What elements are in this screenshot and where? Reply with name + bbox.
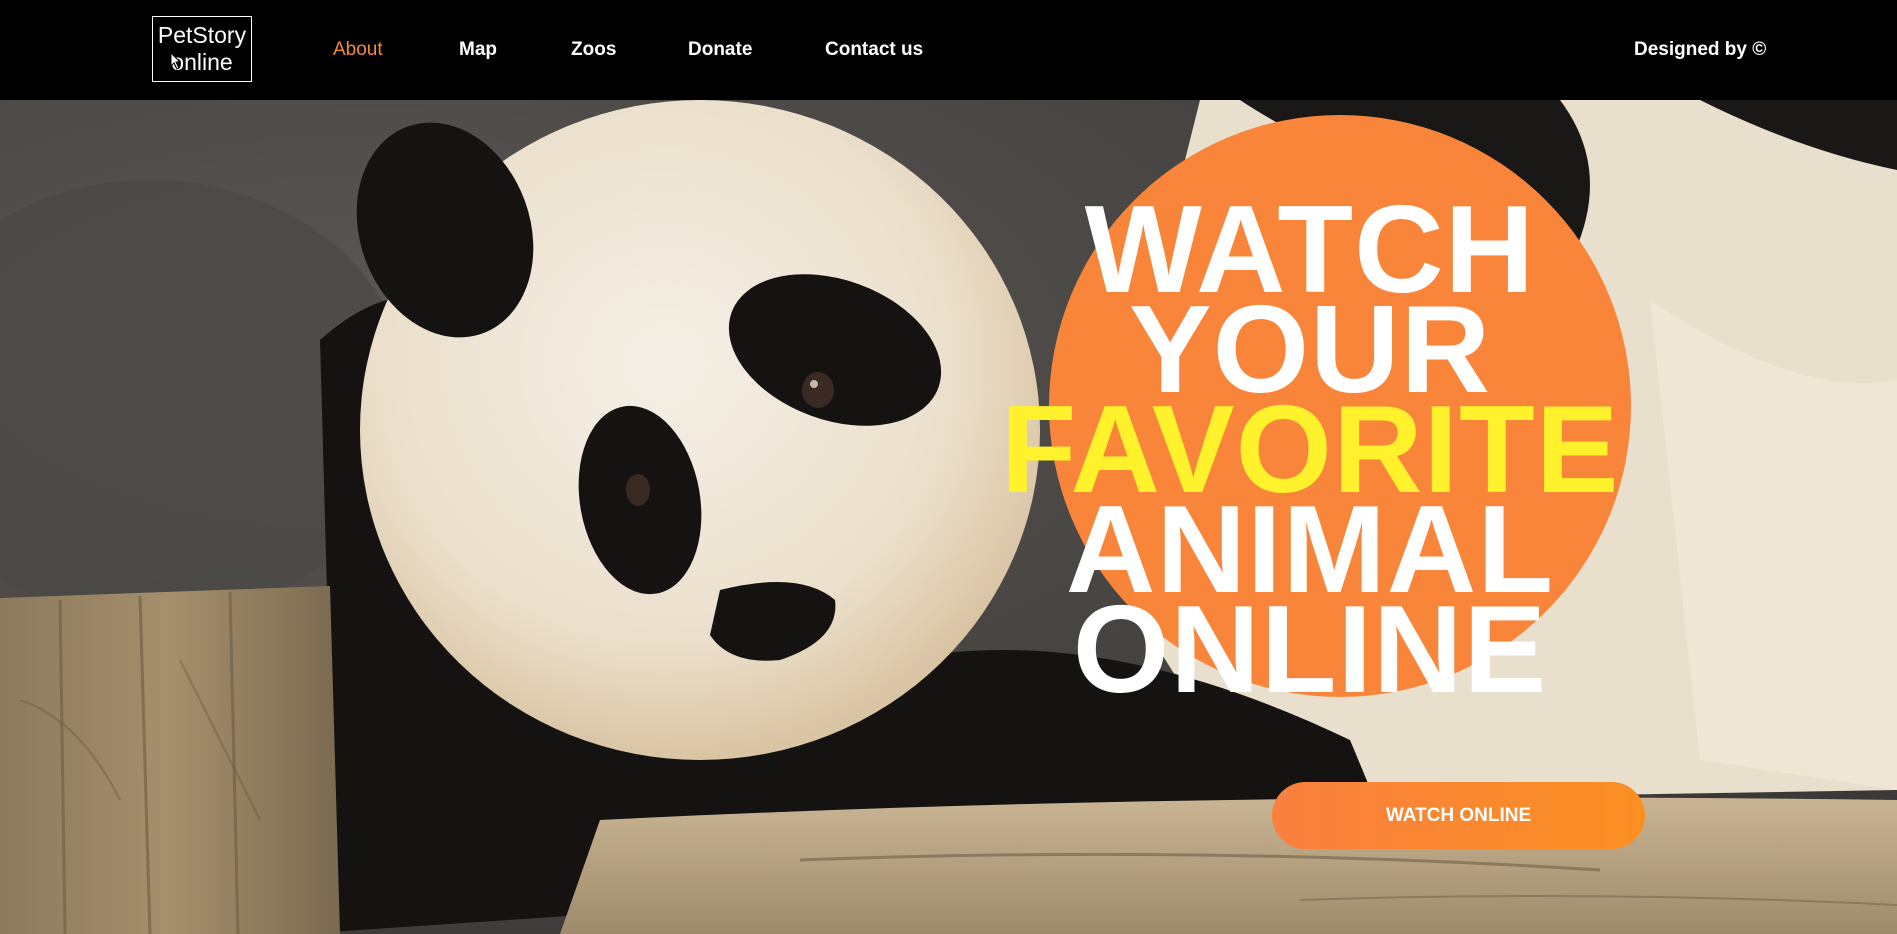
top-navbar: PetStory online About Map Zoos Donate Co…: [0, 0, 1897, 100]
designed-by-credit: Designed by ©: [1634, 39, 1767, 60]
logo-line-2: online: [153, 49, 251, 76]
nav-donate[interactable]: Donate: [688, 38, 752, 62]
headline-line-5: ONLINE: [1072, 581, 1548, 719]
logo-line-1: PetStory: [157, 22, 247, 48]
page: PetStory online About Map Zoos Donate Co…: [0, 0, 1897, 934]
hero-headline: WATCH YOUR FAVORITE ANIMAL ONLINE: [960, 188, 1660, 719]
cursor-icon: [170, 52, 182, 70]
nav-contact-us[interactable]: Contact us: [825, 38, 923, 62]
nav-map[interactable]: Map: [459, 38, 497, 62]
nav-about[interactable]: About: [333, 38, 383, 62]
logo[interactable]: PetStory online: [152, 16, 252, 82]
nav-zoos[interactable]: Zoos: [571, 38, 616, 62]
watch-online-button[interactable]: WATCH ONLINE: [1272, 782, 1645, 849]
hero-section: WATCH YOUR FAVORITE ANIMAL ONLINE WATCH …: [0, 100, 1897, 934]
